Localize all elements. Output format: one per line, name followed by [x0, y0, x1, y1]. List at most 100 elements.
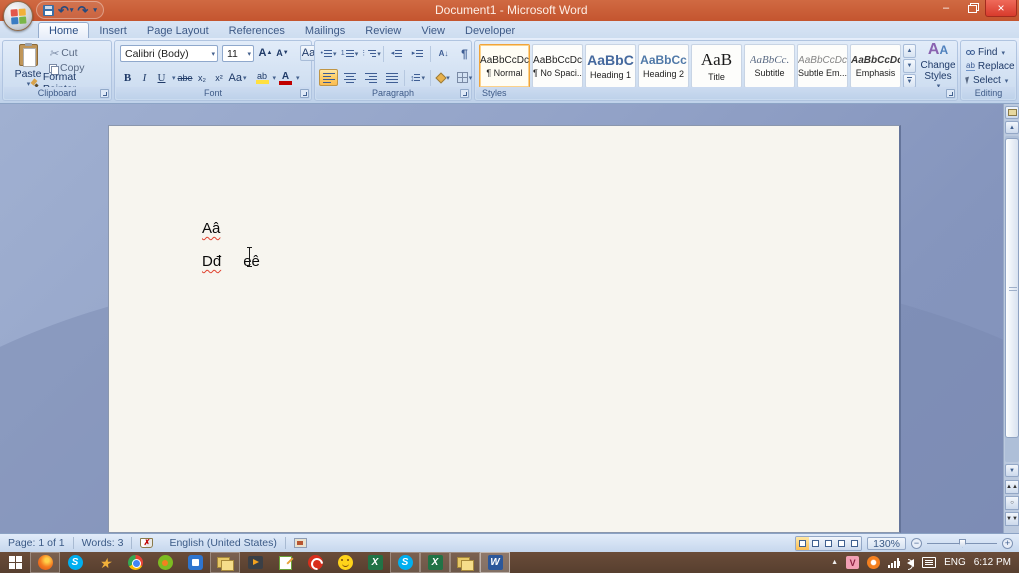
- redo-button[interactable]: ↷: [77, 4, 88, 17]
- macro-record-button[interactable]: [286, 534, 315, 552]
- clipboard-dialog-launcher[interactable]: [100, 89, 109, 98]
- proofing-status[interactable]: ✗: [132, 534, 161, 552]
- style-no-spacing[interactable]: AaBbCcDc ¶ No Spaci...: [532, 44, 583, 88]
- italic-button[interactable]: I: [137, 70, 152, 86]
- zoom-slider-thumb[interactable]: [959, 538, 966, 548]
- minimize-button[interactable]: –: [933, 0, 959, 17]
- web-layout-view-button[interactable]: [822, 536, 836, 550]
- change-styles-button[interactable]: AA Change Styles ▾: [919, 41, 957, 89]
- clock[interactable]: 6:12 PM: [974, 557, 1011, 568]
- select-button[interactable]: Select ▾: [965, 74, 1008, 87]
- numbering-button[interactable]: 1 ▾: [340, 45, 359, 62]
- change-case-button[interactable]: Aa ▾: [229, 70, 247, 86]
- strikethrough-button[interactable]: abe: [178, 70, 193, 86]
- highlight-button[interactable]: ab: [255, 70, 270, 86]
- select-browse-object-button[interactable]: ○: [1005, 496, 1019, 510]
- document-page[interactable]: Aâ Dđ eê: [108, 125, 901, 533]
- borders-button[interactable]: ▾: [455, 69, 474, 86]
- tab-developer[interactable]: Developer: [455, 23, 525, 38]
- justify-button[interactable]: [382, 69, 401, 86]
- tab-references[interactable]: References: [219, 23, 295, 38]
- taskbar-skype-running[interactable]: S: [390, 552, 420, 573]
- tab-view[interactable]: View: [411, 23, 455, 38]
- taskbar-word-active[interactable]: W: [480, 552, 510, 573]
- align-left-button[interactable]: [319, 69, 338, 86]
- styles-scroll-up-button[interactable]: ▲: [903, 44, 916, 58]
- taskbar-skype[interactable]: S: [60, 552, 90, 573]
- full-screen-reading-view-button[interactable]: [809, 536, 823, 550]
- taskbar-green-app[interactable]: [150, 552, 180, 573]
- taskbar-file-explorer[interactable]: [450, 552, 480, 573]
- tray-orange-app-icon[interactable]: [867, 556, 881, 569]
- scrollbar-track[interactable]: [1005, 136, 1019, 462]
- tray-v-app-icon[interactable]: V: [846, 556, 860, 569]
- outline-view-button[interactable]: [835, 536, 849, 550]
- undo-button[interactable]: ↶ ▾: [58, 4, 73, 17]
- restore-button[interactable]: [959, 0, 985, 17]
- draft-view-button[interactable]: [848, 536, 862, 550]
- align-center-button[interactable]: [340, 69, 359, 86]
- decrease-indent-button[interactable]: ◂: [387, 45, 406, 62]
- align-right-button[interactable]: [361, 69, 380, 86]
- styles-scroll-down-button[interactable]: ▼: [903, 59, 916, 73]
- style-subtitle[interactable]: AaBbCc. Subtitle: [744, 44, 795, 88]
- taskbar-firefox[interactable]: [30, 552, 60, 573]
- scroll-up-button[interactable]: ▲: [1005, 121, 1019, 134]
- bold-button[interactable]: B: [120, 70, 135, 86]
- styles-dialog-launcher[interactable]: [946, 89, 955, 98]
- grow-font-button[interactable]: A ▲: [258, 45, 273, 61]
- cut-button[interactable]: ✂ Cut: [49, 46, 78, 60]
- style-normal[interactable]: AaBbCcDc ¶ Normal: [479, 44, 530, 88]
- paragraph-dialog-launcher[interactable]: [460, 89, 469, 98]
- style-heading-1[interactable]: AaBbC Heading 1: [585, 44, 636, 88]
- bullets-button[interactable]: • ▾: [319, 45, 338, 62]
- volume-icon[interactable]: [897, 558, 915, 570]
- superscript-button[interactable]: x²: [212, 70, 227, 86]
- taskbar-media-app[interactable]: [240, 552, 270, 573]
- print-layout-view-button[interactable]: [796, 536, 810, 550]
- tab-home[interactable]: Home: [38, 22, 90, 38]
- line-spacing-button[interactable]: ↕ ▾: [408, 69, 427, 86]
- tab-page-layout[interactable]: Page Layout: [137, 23, 219, 38]
- styles-more-button[interactable]: ▼: [903, 74, 916, 88]
- tab-review[interactable]: Review: [355, 23, 411, 38]
- scrollbar-thumb[interactable]: [1005, 138, 1019, 438]
- taskbar-chrome[interactable]: [120, 552, 150, 573]
- increase-indent-button[interactable]: ▸: [408, 45, 427, 62]
- customize-qat-button[interactable]: ▾: [92, 7, 97, 14]
- input-language-indicator[interactable]: ENG: [944, 557, 966, 568]
- subscript-button[interactable]: x₂: [195, 70, 210, 86]
- style-emphasis[interactable]: AaBbCcDc Emphasis: [850, 44, 901, 88]
- find-button[interactable]: Find ▾: [966, 46, 1005, 59]
- zoom-out-button[interactable]: −: [911, 537, 922, 549]
- zoom-level[interactable]: 130%: [867, 536, 906, 550]
- shading-button[interactable]: ▾: [434, 69, 453, 86]
- touch-keyboard-icon[interactable]: [922, 557, 937, 568]
- page-indicator[interactable]: Page: 1 of 1: [0, 534, 73, 552]
- font-name-combo[interactable]: Calibri (Body) ▾: [120, 45, 218, 62]
- show-hide-marks-button[interactable]: ¶: [455, 45, 474, 62]
- font-dialog-launcher[interactable]: [300, 89, 309, 98]
- sort-button[interactable]: A↓: [434, 45, 453, 62]
- vertical-scrollbar[interactable]: ▲ ▼ ▲▲ ○ ▼▼: [1003, 104, 1019, 533]
- tab-mailings[interactable]: Mailings: [295, 23, 355, 38]
- multilevel-list-button[interactable]: ⋮ ▾: [360, 45, 381, 62]
- taskbar-messenger[interactable]: [180, 552, 210, 573]
- zoom-in-button[interactable]: +: [1002, 537, 1013, 549]
- taskbar-folders[interactable]: [210, 552, 240, 573]
- office-button[interactable]: [3, 1, 33, 31]
- taskbar-emoji-app[interactable]: [330, 552, 360, 573]
- next-page-button[interactable]: ▼▼: [1005, 512, 1019, 526]
- underline-button[interactable]: U: [154, 70, 169, 86]
- style-subtle-emphasis[interactable]: AaBbCcDc Subtle Em...: [797, 44, 848, 88]
- style-heading-2[interactable]: AaBbCc Heading 2: [638, 44, 689, 88]
- font-color-button[interactable]: A: [278, 70, 293, 86]
- style-title[interactable]: AaB Title: [691, 44, 742, 88]
- save-button[interactable]: [43, 4, 54, 16]
- zoom-slider-track[interactable]: [927, 538, 997, 548]
- taskbar-excel-pinned[interactable]: X: [360, 552, 390, 573]
- font-color-dropdown-icon[interactable]: ▾: [296, 74, 300, 82]
- tab-insert[interactable]: Insert: [89, 23, 137, 38]
- previous-page-button[interactable]: ▲▲: [1005, 480, 1019, 494]
- ruler-toggle-button[interactable]: [1005, 106, 1019, 119]
